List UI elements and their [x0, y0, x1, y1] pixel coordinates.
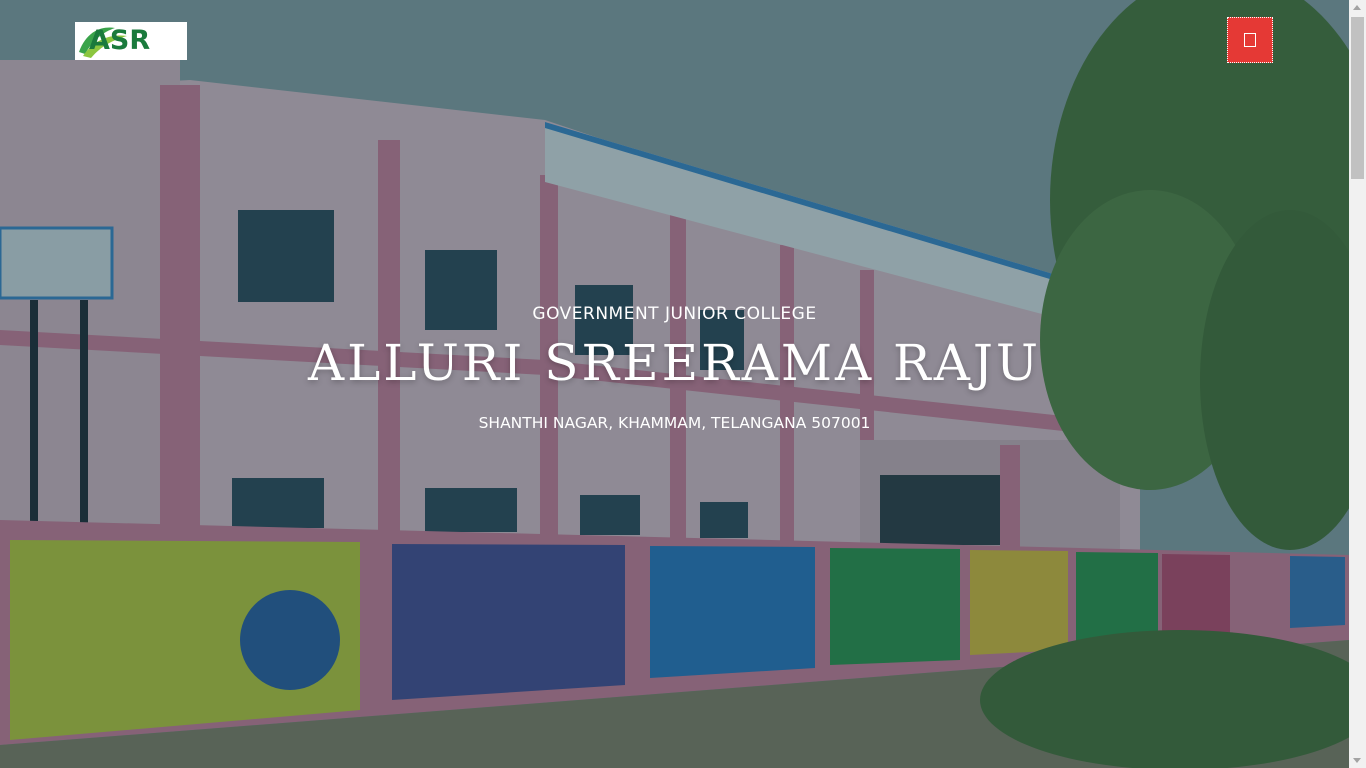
- page-scrollbar[interactable]: [1349, 0, 1366, 768]
- logo-text: ASR: [89, 25, 151, 56]
- scroll-up-arrow-icon[interactable]: [1353, 5, 1361, 10]
- hero-address: SHANTHI NAGAR, KHAMMAM, TELANGANA 507001: [478, 414, 871, 432]
- hero-subtitle: GOVERNMENT JUNIOR COLLEGE: [532, 304, 817, 324]
- scrollbar-thumb[interactable]: [1351, 17, 1364, 179]
- scroll-down-arrow-icon[interactable]: [1353, 758, 1361, 763]
- hero-title: ALLURI SREERAMA RAJU: [308, 334, 1041, 392]
- site-logo[interactable]: ASR: [75, 22, 187, 60]
- menu-button[interactable]: [1227, 17, 1273, 63]
- menu-icon: [1244, 33, 1256, 47]
